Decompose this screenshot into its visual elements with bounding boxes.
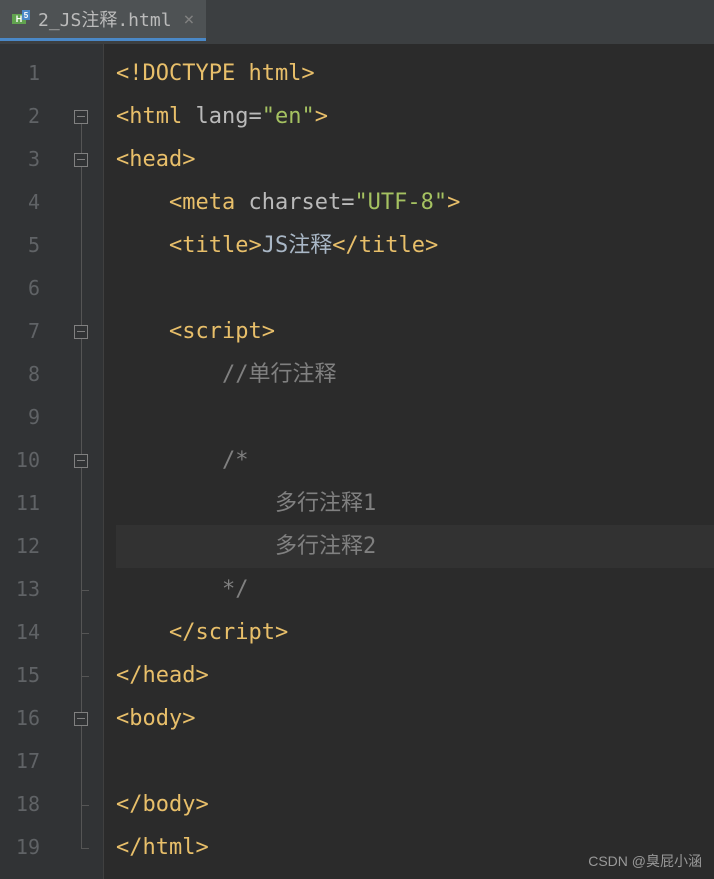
file-tab[interactable]: H 5 2_JS注释.html × bbox=[0, 0, 206, 41]
fold-toggle-icon[interactable] bbox=[74, 325, 88, 339]
code-line[interactable]: <script> bbox=[116, 310, 714, 353]
code-line[interactable]: </body> bbox=[116, 783, 714, 826]
code-area[interactable]: <!DOCTYPE html> <html lang="en"> <head> … bbox=[104, 44, 714, 879]
fold-cell bbox=[58, 740, 103, 783]
fold-toggle-icon[interactable] bbox=[74, 153, 88, 167]
code-line[interactable]: <html lang="en"> bbox=[116, 95, 714, 138]
fold-cell bbox=[58, 697, 103, 740]
line-number[interactable]: 18 bbox=[0, 783, 58, 826]
line-number[interactable]: 1 bbox=[0, 52, 58, 95]
line-number[interactable]: 2 bbox=[0, 95, 58, 138]
code-line[interactable]: </head> bbox=[116, 654, 714, 697]
fold-cell bbox=[58, 826, 103, 869]
line-number-gutter[interactable]: 1 2 3 4 5 6 7 8 9 10 11 12 13 14 15 16 1… bbox=[0, 44, 58, 879]
code-line[interactable]: */ bbox=[116, 568, 714, 611]
code-line[interactable]: </script> bbox=[116, 611, 714, 654]
fold-cell bbox=[58, 138, 103, 181]
fold-cell bbox=[58, 482, 103, 525]
code-line[interactable]: <body> bbox=[116, 697, 714, 740]
line-number[interactable]: 10 bbox=[0, 439, 58, 482]
line-number[interactable]: 13 bbox=[0, 568, 58, 611]
fold-toggle-icon[interactable] bbox=[74, 454, 88, 468]
fold-cell bbox=[58, 396, 103, 439]
svg-text:H: H bbox=[16, 14, 23, 24]
code-line[interactable] bbox=[116, 396, 714, 439]
line-number[interactable]: 3 bbox=[0, 138, 58, 181]
code-line[interactable]: //单行注释 bbox=[116, 353, 714, 396]
fold-toggle-icon[interactable] bbox=[74, 712, 88, 726]
fold-gutter bbox=[58, 44, 104, 879]
fold-cell bbox=[58, 568, 103, 611]
code-line[interactable] bbox=[116, 740, 714, 783]
fold-cell bbox=[58, 224, 103, 267]
line-number[interactable]: 7 bbox=[0, 310, 58, 353]
code-line[interactable]: <meta charset="UTF-8"> bbox=[116, 181, 714, 224]
fold-cell bbox=[58, 783, 103, 826]
line-number[interactable]: 11 bbox=[0, 482, 58, 525]
fold-cell bbox=[58, 439, 103, 482]
line-number[interactable]: 16 bbox=[0, 697, 58, 740]
code-line[interactable]: 多行注释2 bbox=[116, 525, 714, 568]
line-number[interactable]: 8 bbox=[0, 353, 58, 396]
code-line[interactable]: 多行注释1 bbox=[116, 482, 714, 525]
fold-toggle-icon[interactable] bbox=[74, 110, 88, 124]
line-number[interactable]: 15 bbox=[0, 654, 58, 697]
watermark: CSDN @臭屁小涵 bbox=[588, 851, 702, 871]
line-number[interactable]: 9 bbox=[0, 396, 58, 439]
editor: 1 2 3 4 5 6 7 8 9 10 11 12 13 14 15 16 1… bbox=[0, 44, 714, 879]
line-number[interactable]: 19 bbox=[0, 826, 58, 869]
fold-cell bbox=[58, 525, 103, 568]
line-number[interactable]: 6 bbox=[0, 267, 58, 310]
close-icon[interactable]: × bbox=[184, 9, 195, 30]
code-line[interactable]: <!DOCTYPE html> bbox=[116, 52, 714, 95]
fold-cell bbox=[58, 611, 103, 654]
fold-cell bbox=[58, 310, 103, 353]
line-number[interactable]: 17 bbox=[0, 740, 58, 783]
code-line[interactable]: <title>JS注释</title> bbox=[116, 224, 714, 267]
fold-cell bbox=[58, 654, 103, 697]
line-number[interactable]: 5 bbox=[0, 224, 58, 267]
line-number[interactable]: 12 bbox=[0, 525, 58, 568]
line-number[interactable]: 14 bbox=[0, 611, 58, 654]
html-file-icon: H 5 bbox=[12, 10, 30, 28]
svg-text:5: 5 bbox=[24, 11, 29, 20]
fold-cell bbox=[58, 267, 103, 310]
fold-cell bbox=[58, 181, 103, 224]
tab-filename: 2_JS注释.html bbox=[38, 6, 172, 32]
line-number[interactable]: 4 bbox=[0, 181, 58, 224]
code-line[interactable]: <head> bbox=[116, 138, 714, 181]
fold-cell bbox=[58, 95, 103, 138]
code-line[interactable] bbox=[116, 267, 714, 310]
tab-bar: H 5 2_JS注释.html × bbox=[0, 0, 714, 44]
code-line[interactable]: /* bbox=[116, 439, 714, 482]
fold-cell bbox=[58, 353, 103, 396]
fold-cell bbox=[58, 52, 103, 95]
